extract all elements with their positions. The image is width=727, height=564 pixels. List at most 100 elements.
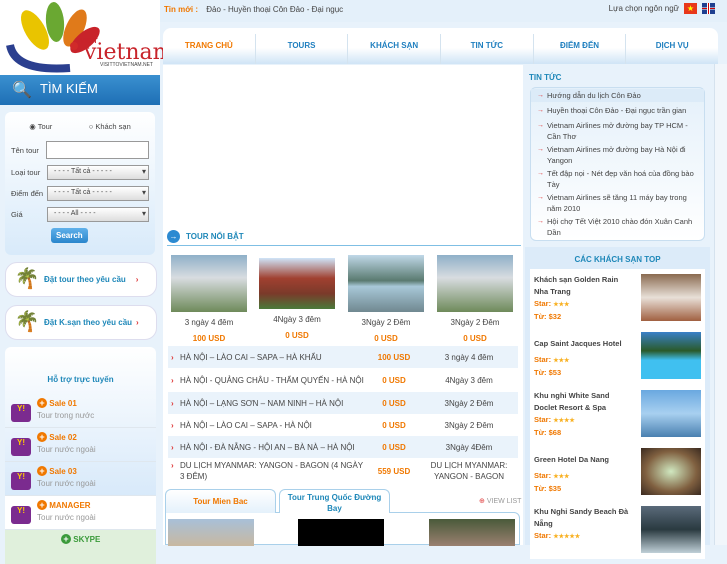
tour-image[interactable] <box>259 258 335 309</box>
hotel-item[interactable]: Green Hotel Da Nang Star: ★★★ Từ: $35 <box>530 443 705 501</box>
tour-duration: 4Ngày 3 đêm <box>273 315 321 324</box>
yahoo-messenger-icon: Y! <box>11 506 31 524</box>
tour-price: 100 USD <box>377 352 411 362</box>
tour-price: 0 USD <box>374 334 398 343</box>
search-title: TÌM KIẾM <box>40 81 98 96</box>
tour-name[interactable]: HÀ NỘI - QUẢNG CHÂU - THẨM QUYẾN - HÀ NỘ… <box>168 375 368 386</box>
hotel-image[interactable] <box>641 390 701 437</box>
tour-name-input[interactable] <box>45 141 149 159</box>
search-button[interactable]: Search <box>51 228 88 243</box>
star-label: Star: <box>534 355 552 364</box>
radio-hotel-label: Khách sạn <box>95 122 131 131</box>
destination-label: Điểm đến <box>11 189 44 198</box>
support-name: Sale 02 <box>49 433 77 442</box>
nav-news[interactable]: TIN TỨC <box>441 34 534 64</box>
tour-name[interactable]: HÀ NỘI – LÀO CAI – SAPA - HÀ NỘI <box>168 420 368 431</box>
hotel-item[interactable]: Khách sạn Golden Rain Nha Trang Star: ★★★… <box>530 269 705 327</box>
tour-name[interactable]: HÀ NỘI - ĐÀ NẴNG - HỘI AN – BÀ NÀ – HÀ N… <box>168 442 368 453</box>
online-support: Hỗ trợ trực tuyến Y! + Sale 01 Tour trong … <box>5 347 156 564</box>
radio-tour[interactable]: ◉ Tour <box>29 122 52 131</box>
from-label: Từ: <box>534 368 547 377</box>
tour-image[interactable] <box>437 255 513 312</box>
tour-name[interactable]: HÀ NỘI – LẠNG SƠN – NAM NINH – HÀ NỘI <box>168 398 368 409</box>
price-select[interactable]: - - - - All - - - - <box>47 207 149 222</box>
featured-tour[interactable]: 3Ngày 2 Đêm 0 USD <box>437 255 513 343</box>
radio-hotel[interactable]: ○ Khách sạn <box>89 122 131 131</box>
nav-services[interactable]: DỊCH VỤ <box>626 34 718 64</box>
news-item[interactable]: Huyền thoại Côn Đảo - Đại ngục trần gian <box>531 104 704 117</box>
custom-hotel-banner[interactable]: 🌴 Đặt K.sạn theo yêu cầu › <box>5 305 157 340</box>
tour-image[interactable] <box>168 519 254 546</box>
hotel-name[interactable]: Green Hotel Da Nang <box>534 454 634 466</box>
hotel-image[interactable] <box>641 506 701 553</box>
star-rating: ★★★★ <box>553 418 575 424</box>
hotel-image[interactable] <box>641 448 701 495</box>
tour-image[interactable] <box>171 255 247 312</box>
star-label: Star: <box>534 415 552 424</box>
tour-image[interactable] <box>429 519 515 546</box>
tour-type-label: Loại tour <box>11 168 41 177</box>
featured-tour[interactable]: 3 ngày 4 đêm 100 USD <box>171 255 247 343</box>
support-item[interactable]: Y! + MANAGER Tour nước ngoài <box>5 496 156 530</box>
star-rating: ★★★ <box>553 302 570 308</box>
support-item-skype[interactable]: + SKYPE <box>5 530 156 564</box>
featured-tour[interactable]: 3Ngày 2 Đêm 0 USD <box>348 255 424 343</box>
tour-duration: 3 ngày 4 đêm <box>444 352 494 362</box>
tour-name[interactable]: DU LỊCH MYANMAR: YANGON - BAGON (4 NGÀY … <box>168 460 368 482</box>
arrow-circle-icon: → <box>167 229 180 243</box>
page-scrollbar[interactable] <box>714 64 727 545</box>
table-row[interactable]: HÀ NỘI - QUẢNG CHÂU - THẨM QUYẾN - HÀ NỘ… <box>168 368 518 392</box>
support-desc: Tour nước ngoài <box>37 513 96 522</box>
news-item[interactable]: Vietnam Airlines sẽ tăng 11 máy bay tron… <box>531 191 704 215</box>
tour-image[interactable] <box>348 255 424 312</box>
hotel-item[interactable]: Khu nghỉ White Sand Doclet Resort & Spa S… <box>530 385 705 443</box>
hotel-name[interactable]: Cap Saint Jacques Hotel <box>534 338 634 350</box>
view-list-link[interactable]: ⊕ VIEW LIST <box>479 497 521 505</box>
news-ticker: Tin mới : Đảo - Huyền thoại Côn Đảo - Đạ… <box>160 0 727 22</box>
ticker-text[interactable]: Đảo - Huyền thoại Côn Đảo - Đại ngục <box>206 5 343 14</box>
table-row[interactable]: HÀ NỘI – LÀO CAI – SAPA - HÀ NỘI 0 USD 3Ng… <box>168 414 518 436</box>
english-flag-icon[interactable] <box>702 3 715 14</box>
news-item[interactable]: Vietnam Airlines mở đường bay Hà Nội đi … <box>531 143 704 167</box>
nav-home[interactable]: TRANG CHỦ <box>163 34 256 64</box>
site-logo[interactable]: VISIT vietnam VISITTOVIETNAM.NET <box>0 0 173 75</box>
hotel-name[interactable]: Khu nghỉ White Sand Doclet Resort & Spa <box>534 390 634 414</box>
tab-tour-mien-bac[interactable]: Tour Mien Bac <box>165 489 276 513</box>
nav-tours[interactable]: TOURS <box>256 34 349 64</box>
hotel-item[interactable]: Khu Nghỉ Sandy Beach Đà Nẵng Star: ★★★★★ <box>530 501 705 559</box>
support-item[interactable]: Y! + Sale 02 Tour nước ngoài <box>5 428 156 462</box>
from-label: Từ: <box>534 484 547 493</box>
table-row[interactable]: HÀ NỘI – LẠNG SƠN – NAM NINH – HÀ NỘI 0 U… <box>168 392 518 414</box>
hotel-name[interactable]: Khu Nghỉ Sandy Beach Đà Nẵng <box>534 506 634 530</box>
star-label: Star: <box>534 531 552 540</box>
tour-table: HÀ NỘI – LÀO CAI – SAPA – HÀ KHẨU 100 USD… <box>168 346 518 484</box>
destination-select[interactable]: - - - - Tất cả - - - - - <box>47 186 149 201</box>
top-hotels: CÁC KHÁCH SẠN TOP Khách sạn Golden Rain … <box>525 247 710 559</box>
tour-name[interactable]: HÀ NỘI – LÀO CAI – SAPA – HÀ KHẨU <box>168 352 368 363</box>
hotel-item[interactable]: Cap Saint Jacques Hotel Star: ★★★ Từ: $53 <box>530 327 705 385</box>
tour-type-select[interactable]: - - - - Tất cả - - - - - <box>47 165 149 180</box>
featured-title: TOUR NỔI BẬT <box>186 231 244 241</box>
news-item[interactable]: Hội chợ Tết Việt 2010 chào đón Xuân Canh… <box>531 215 704 239</box>
custom-tour-banner[interactable]: 🌴 Đặt tour theo yêu cầu › <box>5 262 157 297</box>
featured-tour[interactable]: 4Ngày 3 đêm 0 USD <box>259 258 335 340</box>
news-item[interactable]: Hướng dẫn du lịch Côn Đảo <box>531 89 704 102</box>
yahoo-messenger-icon: Y! <box>11 472 31 490</box>
hotel-image[interactable] <box>641 274 701 321</box>
nav-destinations[interactable]: ĐIỂM ĐẾN <box>534 34 627 64</box>
news-item[interactable]: Tết đập nọi - Nét đẹp văn hoá của đồng b… <box>531 167 704 191</box>
table-row[interactable]: DU LỊCH MYANMAR: YANGON - BAGON (4 NGÀY … <box>168 458 518 484</box>
table-row[interactable]: HÀ NỘI - ĐÀ NẴNG - HỘI AN – BÀ NÀ – HÀ N… <box>168 436 518 458</box>
news-panel: TIN TỨC Hướng dẫn du lịch Côn Đảo Huyền … <box>525 70 710 245</box>
tour-duration: 3Ngày 2 Đêm <box>444 398 494 408</box>
video-player[interactable] <box>298 519 384 546</box>
tab-tour-trung-quoc[interactable]: Tour Trung Quốc Đường Bay <box>279 489 390 513</box>
vietnam-flag-icon[interactable]: ★ <box>684 3 697 14</box>
hotel-image[interactable] <box>641 332 701 379</box>
nav-hotels[interactable]: KHÁCH SẠN <box>348 34 442 64</box>
support-item[interactable]: Y! + Sale 03 Tour nước ngoài <box>5 462 156 496</box>
support-item[interactable]: Y! + Sale 01 Tour trong nước <box>5 394 156 428</box>
hotel-name[interactable]: Khách sạn Golden Rain Nha Trang <box>534 274 634 298</box>
news-item[interactable]: Vietnam Airlines mở đường bay TP HCM - C… <box>531 119 704 143</box>
table-row[interactable]: HÀ NỘI – LÀO CAI – SAPA – HÀ KHẨU 100 USD… <box>168 346 518 368</box>
